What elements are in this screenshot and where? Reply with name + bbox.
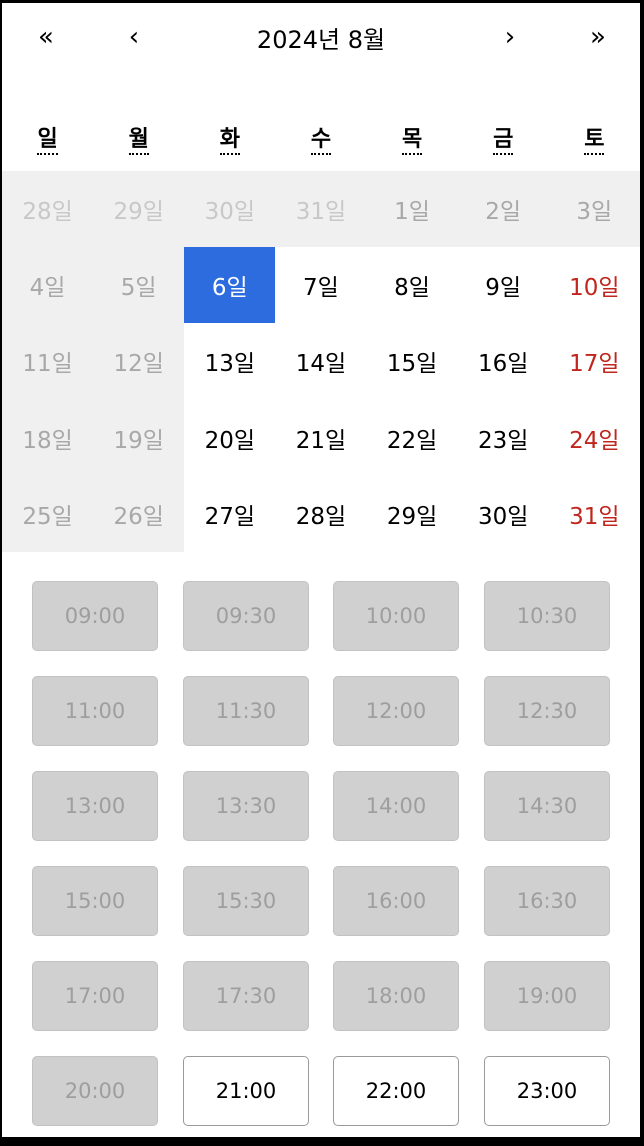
time-slot-button: 16:00 [333, 866, 459, 936]
day-cell[interactable]: 15일 [367, 323, 458, 399]
day-cell: 28일 [2, 171, 94, 248]
time-slot-button: 12:00 [333, 676, 459, 746]
calendar-navigation: « ‹ 2024년 8월 › » [2, 3, 640, 67]
time-slot-button: 16:30 [484, 866, 610, 936]
time-slot-button: 13:00 [32, 771, 158, 841]
day-cell: 25일 [2, 475, 94, 552]
day-cell[interactable]: 30일 [458, 476, 549, 552]
next-year-button[interactable]: » [578, 17, 618, 57]
day-cell[interactable]: 23일 [458, 400, 549, 476]
prev-month-button[interactable]: ‹ [114, 17, 154, 57]
time-slot-button: 14:00 [333, 771, 459, 841]
day-cell: 5일 [93, 247, 185, 324]
weekday-mon: 월 [93, 121, 184, 165]
day-cell[interactable]: 22일 [367, 400, 458, 476]
weekday-wed: 수 [275, 121, 366, 165]
time-slot-button: 20:00 [32, 1056, 158, 1126]
weekday-sat: 토 [549, 121, 640, 165]
time-slot-button: 17:00 [32, 961, 158, 1031]
day-cell[interactable]: 14일 [275, 323, 366, 399]
day-cell[interactable]: 27일 [184, 476, 275, 552]
time-slot-button: 11:00 [32, 676, 158, 746]
day-cell[interactable]: 16일 [458, 323, 549, 399]
calendar-widget: « ‹ 2024년 8월 › » 일 월 화 수 목 금 토 28일 29일 30일… [2, 3, 640, 1137]
prev-year-button[interactable]: « [26, 17, 66, 57]
day-cell[interactable]: 17일 [549, 323, 640, 399]
time-slot-button: 10:30 [484, 581, 610, 651]
time-slot-button: 09:00 [32, 581, 158, 651]
day-cell[interactable]: 28일 [275, 476, 366, 552]
calendar-week-row: 28일 29일 30일 31일 1일 2일 3일 [2, 171, 640, 248]
calendar-week-row: 11일 12일 13일 14일 15일 16일 17일 [2, 323, 640, 400]
day-cell[interactable]: 31일 [549, 476, 640, 552]
day-cell: 26일 [93, 475, 185, 552]
calendar-week-row: 18일 19일 20일 21일 22일 23일 24일 [2, 399, 640, 476]
day-cell: 18일 [2, 399, 94, 476]
day-cell-selected[interactable]: 6일 [184, 247, 276, 324]
day-cell: 29일 [93, 171, 185, 248]
time-slot-button: 19:00 [484, 961, 610, 1031]
time-slot-button: 15:30 [183, 866, 309, 936]
day-cell[interactable]: 10일 [549, 247, 640, 323]
day-cell: 12일 [93, 323, 185, 400]
month-title: 2024년 8월 [256, 25, 386, 54]
day-cell[interactable]: 24일 [549, 400, 640, 476]
day-cell: 3일 [548, 171, 640, 248]
day-cell: 2일 [457, 171, 549, 248]
time-slot-button: 09:30 [183, 581, 309, 651]
weekday-header: 일 월 화 수 목 금 토 [2, 121, 640, 165]
weekday-sun: 일 [2, 121, 93, 165]
day-cell[interactable]: 13일 [184, 323, 275, 399]
day-cell: 4일 [2, 247, 94, 324]
day-cell[interactable]: 8일 [367, 247, 458, 323]
day-cell[interactable]: 20일 [184, 400, 275, 476]
time-slot-button[interactable]: 21:00 [183, 1056, 309, 1126]
calendar-week-row: 25일 26일 27일 28일 29일 30일 31일 [2, 475, 640, 552]
day-cell: 31일 [275, 171, 367, 248]
time-slot-button: 15:00 [32, 866, 158, 936]
weekday-thu: 목 [367, 121, 458, 165]
weekday-fri: 금 [458, 121, 549, 165]
time-slot-button[interactable]: 22:00 [333, 1056, 459, 1126]
day-cell[interactable]: 7일 [275, 247, 366, 323]
day-cell[interactable]: 9일 [458, 247, 549, 323]
time-slot-button: 11:30 [183, 676, 309, 746]
time-slot-button: 18:00 [333, 961, 459, 1031]
calendar-days-grid: 28일 29일 30일 31일 1일 2일 3일 4일 5일 6일 7일 8일 9일 10일 11일 12일 1… [2, 171, 640, 552]
time-slot-button[interactable]: 23:00 [484, 1056, 610, 1126]
time-slot-button: 12:30 [484, 676, 610, 746]
next-month-button[interactable]: › [490, 17, 530, 57]
time-slot-button: 10:00 [333, 581, 459, 651]
time-slot-button: 14:30 [484, 771, 610, 841]
calendar-week-row: 4일 5일 6일 7일 8일 9일 10일 [2, 247, 640, 324]
day-cell[interactable]: 21일 [275, 400, 366, 476]
day-cell[interactable]: 29일 [367, 476, 458, 552]
day-cell: 11일 [2, 323, 94, 400]
day-cell: 30일 [184, 171, 276, 248]
time-slot-button: 17:30 [183, 961, 309, 1031]
weekday-tue: 화 [184, 121, 275, 165]
time-slot-button: 13:30 [183, 771, 309, 841]
day-cell: 1일 [366, 171, 458, 248]
day-cell: 19일 [93, 399, 185, 476]
